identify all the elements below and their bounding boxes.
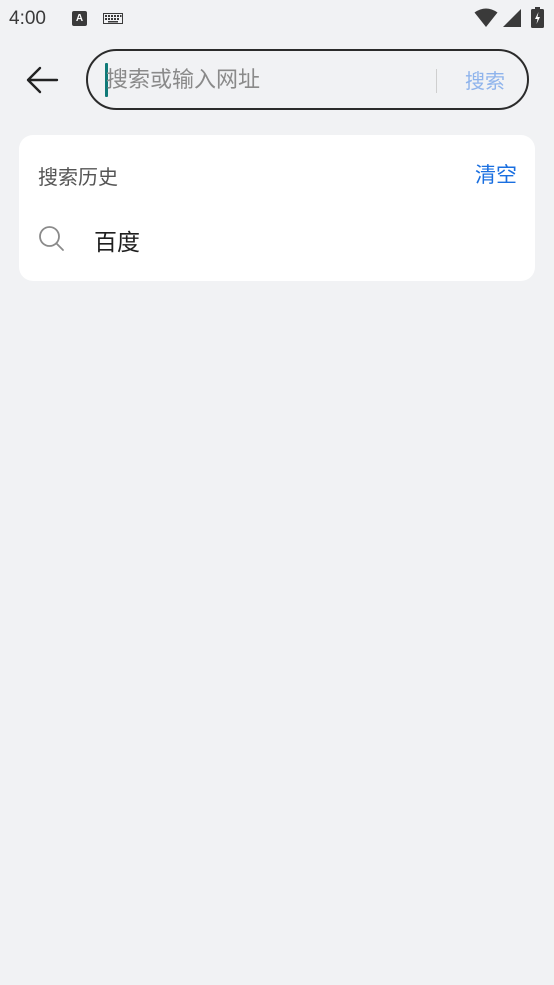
- clear-history-button[interactable]: 清空: [475, 159, 517, 189]
- history-item[interactable]: 百度: [19, 213, 535, 265]
- search-history-card: 搜索历史 清空 百度: [19, 135, 535, 281]
- search-icon: [39, 226, 64, 251]
- history-item-label: 百度: [94, 230, 140, 256]
- search-button[interactable]: 搜索: [450, 63, 520, 99]
- keyboard-icon: [103, 13, 123, 24]
- battery-icon: [531, 7, 544, 28]
- wifi-icon: [474, 8, 498, 27]
- search-history-title: 搜索历史: [38, 165, 118, 189]
- back-button[interactable]: [20, 58, 64, 102]
- search-divider: [436, 69, 437, 93]
- signal-icon: [503, 9, 521, 27]
- search-box[interactable]: 搜索: [86, 49, 529, 110]
- search-header: 搜索: [0, 40, 554, 118]
- status-time: 4:00: [9, 8, 46, 29]
- arrow-left-icon: [26, 66, 59, 94]
- app-notification-icon: A: [72, 11, 87, 26]
- status-bar: 4:00 A: [0, 0, 554, 38]
- search-input[interactable]: [106, 61, 426, 99]
